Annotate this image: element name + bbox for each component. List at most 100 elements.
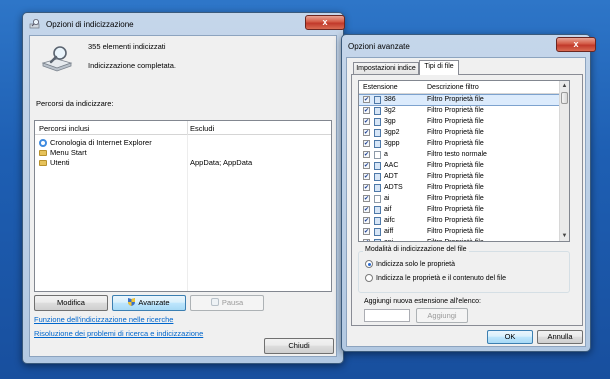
list-item[interactable]: ✔ aiff Filtro Proprietà file <box>359 227 559 237</box>
checkbox-checked-icon[interactable]: ✔ <box>363 206 370 213</box>
file-type-icon <box>374 239 381 241</box>
list-item[interactable]: ✔ ADTS Filtro Proprietà file <box>359 183 559 193</box>
help-link-indexing[interactable]: Funzione dell'indicizzazione nelle ricer… <box>34 315 173 324</box>
file-type-icon <box>374 228 381 236</box>
filter-description-cell: Filtro Proprietà file <box>427 239 484 241</box>
filter-description-cell: Filtro Proprietà file <box>427 184 484 191</box>
list-item[interactable]: ✔ ai Filtro Proprietà file <box>359 194 559 204</box>
close-button[interactable]: Chiudi <box>264 338 334 354</box>
list-item[interactable]: ✔ 386 Filtro Proprietà file <box>359 94 560 106</box>
ok-button[interactable]: OK <box>487 330 533 344</box>
advanced-button[interactable]: Avanzate <box>112 295 186 311</box>
list-header: Estensione Descrizione filtro <box>359 81 559 94</box>
radio-label: Indicizza le proprietà e il contenuto de… <box>376 274 506 282</box>
add-extension-button: Aggiungi <box>416 308 468 323</box>
file-type-icon <box>374 107 381 115</box>
extension-cell: ADTS <box>384 184 403 191</box>
advanced-label: Avanzate <box>138 298 170 307</box>
ie-icon <box>39 138 47 147</box>
tab-file-types[interactable]: Tipi di file <box>419 60 459 75</box>
checkbox-checked-icon[interactable]: ✔ <box>363 217 370 224</box>
checkbox-checked-icon[interactable]: ✔ <box>363 195 370 202</box>
file-type-icon <box>374 162 381 170</box>
folder-icon <box>39 159 47 166</box>
list-item[interactable]: Cronologia di Internet Explorer <box>35 137 331 147</box>
checkbox-checked-icon[interactable]: ✔ <box>363 184 370 191</box>
checkbox-checked-icon[interactable]: ✔ <box>363 118 370 125</box>
list-item[interactable]: ✔ 3gp Filtro Proprietà file <box>359 117 559 127</box>
list-item[interactable]: ✔ ani Filtro Proprietà file <box>359 238 559 241</box>
extension-cell: 3g2 <box>384 107 396 114</box>
extension-cell: aifc <box>384 217 395 224</box>
indexing-mode-group: Modalità di indicizzazione del file Indi… <box>358 246 570 293</box>
path-name: Menu Start <box>50 148 87 157</box>
new-extension-label: Aggiungi nuova estensione all'elenco: <box>364 298 481 305</box>
filter-description-cell: Filtro Proprietà file <box>427 140 484 147</box>
file-types-list[interactable]: Estensione Descrizione filtro ✔ 386 Filtro… <box>358 80 570 242</box>
scroll-up-arrow-icon[interactable]: ▲ <box>560 81 569 91</box>
column-header-filter[interactable]: Descrizione filtro <box>427 84 479 91</box>
cancel-button[interactable]: Annulla <box>537 330 583 344</box>
window-title: Opzioni avanzate <box>348 41 410 51</box>
extension-cell: aiff <box>384 228 394 235</box>
file-type-icon <box>374 206 381 214</box>
checkbox-checked-icon[interactable]: ✔ <box>363 151 370 158</box>
file-type-icon <box>374 173 381 181</box>
list-item[interactable]: ✔ aifc Filtro Proprietà file <box>359 216 559 226</box>
new-extension-input[interactable] <box>364 309 410 322</box>
modify-button[interactable]: Modifica <box>34 295 108 311</box>
checkbox-checked-icon[interactable]: ✔ <box>363 173 370 180</box>
filter-description-cell: Filtro Proprietà file <box>427 195 484 202</box>
close-window-button[interactable]: x <box>556 37 596 52</box>
list-item[interactable]: Utenti AppData; AppData <box>35 157 331 167</box>
path-exclude: AppData; AppData <box>190 158 253 167</box>
title-bar[interactable]: Opzioni avanzate <box>342 35 590 57</box>
list-item[interactable]: ✔ ADT Filtro Proprietà file <box>359 172 559 182</box>
file-type-icon <box>374 184 381 192</box>
drive-search-icon <box>40 44 74 74</box>
path-name: Cronologia di Internet Explorer <box>50 138 152 147</box>
indexing-status: Indicizzazione completata. <box>88 61 176 70</box>
list-item[interactable]: ✔ aif Filtro Proprietà file <box>359 205 559 215</box>
help-link-troubleshoot[interactable]: Risoluzione dei problemi di ricerca e in… <box>34 329 203 338</box>
paths-label: Percorsi da indicizzare: <box>36 99 114 108</box>
list-item[interactable]: Menu Start <box>35 147 331 157</box>
scroll-thumb[interactable] <box>561 92 568 104</box>
window-title: Opzioni di indicizzazione <box>46 19 134 29</box>
file-type-icon <box>374 118 381 126</box>
folder-icon <box>39 149 47 156</box>
extension-cell: ADT <box>384 173 398 180</box>
included-paths-list[interactable]: Percorsi inclusi Escludi Cronologia di I… <box>34 120 332 292</box>
list-item[interactable]: ✔ a Filtro testo normale <box>359 150 559 160</box>
checkbox-checked-icon[interactable]: ✔ <box>363 129 370 136</box>
column-header-exclude[interactable]: Escludi <box>190 124 214 133</box>
title-bar[interactable]: Opzioni di indicizzazione <box>23 13 343 35</box>
path-name: Utenti <box>50 158 70 167</box>
checkbox-checked-icon[interactable]: ✔ <box>363 228 370 235</box>
list-item[interactable]: ✔ 3gpp Filtro Proprietà file <box>359 139 559 149</box>
radio-properties-content[interactable]: Indicizza le proprietà e il contenuto de… <box>365 274 506 282</box>
checkbox-checked-icon[interactable]: ✔ <box>363 107 370 114</box>
file-type-icon <box>374 195 381 203</box>
column-header-extension[interactable]: Estensione <box>363 84 398 91</box>
indexing-icon <box>29 18 41 30</box>
close-window-button[interactable]: x <box>305 15 345 30</box>
pause-icon <box>210 298 219 306</box>
list-item[interactable]: ✔ AAC Filtro Proprietà file <box>359 161 559 171</box>
radio-selected-icon <box>365 260 373 268</box>
radio-properties-only[interactable]: Indicizza solo le proprietà <box>365 260 455 268</box>
checkbox-checked-icon[interactable]: ✔ <box>363 239 370 241</box>
extension-cell: 3gp <box>384 118 396 125</box>
list-item[interactable]: ✔ 3g2 Filtro Proprietà file <box>359 106 559 116</box>
column-header-included[interactable]: Percorsi inclusi <box>39 124 89 133</box>
pause-label: Pausa <box>221 298 244 307</box>
checkbox-checked-icon[interactable]: ✔ <box>363 96 370 103</box>
list-item[interactable]: ✔ 3gp2 Filtro Proprietà file <box>359 128 559 138</box>
extension-cell: a <box>384 151 388 158</box>
checkbox-checked-icon[interactable]: ✔ <box>363 162 370 169</box>
vertical-scrollbar[interactable]: ▲ ▼ <box>559 81 569 241</box>
scroll-down-arrow-icon[interactable]: ▼ <box>560 231 569 241</box>
checkbox-checked-icon[interactable]: ✔ <box>363 140 370 147</box>
client-area: 355 elementi indicizzati Indicizzazione … <box>29 35 337 357</box>
filter-description-cell: Filtro Proprietà file <box>427 206 484 213</box>
